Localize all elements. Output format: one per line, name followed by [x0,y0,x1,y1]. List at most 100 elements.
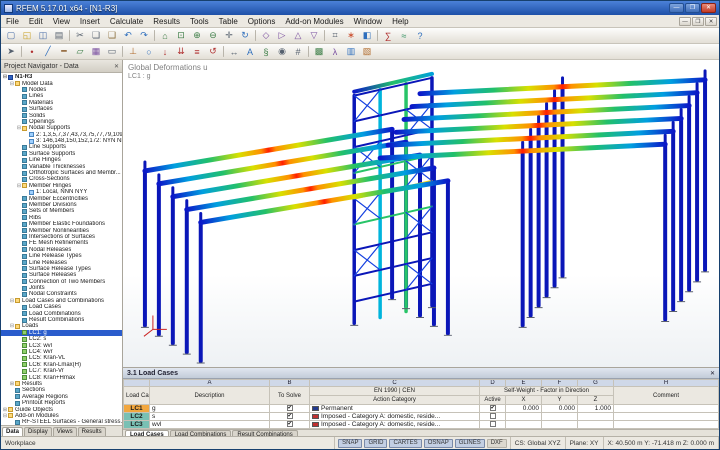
tree-item[interactable]: ⊟ Load Cases and Combinations [1,298,122,304]
menu-item[interactable]: Window [349,15,387,27]
view-front-icon[interactable]: ▷ [274,29,290,43]
close-button[interactable]: ✕ [701,3,716,13]
load-case-id[interactable]: LC2 [124,413,150,421]
column-letter[interactable]: A [150,380,270,387]
menu-item[interactable]: View [48,15,75,27]
load-case-id[interactable]: LC1 [124,405,150,413]
toolbar-icon[interactable] [154,30,155,41]
status-coordinate-system[interactable]: CS: Global XYZ [511,437,566,449]
line-icon[interactable]: ╱ [40,45,56,59]
load-case-id[interactable]: LC3 [124,421,150,429]
factor-z-cell[interactable]: 1.000 [578,405,614,413]
maximize-button[interactable]: ❐ [685,3,700,13]
menu-item[interactable]: Tools [185,15,214,27]
self-weight-active-cell[interactable]: ✔ [480,405,506,413]
comment-cell[interactable] [614,405,719,413]
menu-item[interactable]: Results [148,15,185,27]
zoom-extents-icon[interactable]: ⌂ [157,29,173,43]
menu-item[interactable]: Table [214,15,243,27]
surface-icon[interactable]: ▱ [72,45,88,59]
status-toggle[interactable]: CARTES [389,439,421,448]
status-workplane[interactable]: Plane: XY [566,437,604,449]
factor-x-cell[interactable] [506,413,542,421]
factor-y-cell[interactable] [542,413,578,421]
calculate-icon[interactable]: ∑ [380,29,396,43]
status-toggle[interactable]: GLINES [455,439,485,448]
new-file-icon[interactable]: ▢ [3,29,19,43]
load-case-description[interactable]: g [150,405,270,413]
visibility-icon[interactable]: ◉ [274,45,290,59]
viewport-3d[interactable]: Global Deformations u LC1 : g [123,60,719,368]
render-mode-icon[interactable]: ◧ [359,29,375,43]
column-letter[interactable]: G [578,380,614,387]
result-tables-icon[interactable]: ▥ [343,45,359,59]
column-letter[interactable]: H [614,380,719,387]
hinge-icon[interactable]: ○ [141,45,157,59]
active-checkbox[interactable]: ✔ [490,421,496,427]
action-category-cell[interactable]: Imposed - Category A: domestic, reside..… [310,413,480,421]
node-icon[interactable]: • [24,45,40,59]
menu-item[interactable]: Options [243,15,281,27]
active-checkbox[interactable]: ✔ [490,405,496,411]
menu-item[interactable]: File [1,15,24,27]
zoom-window-icon[interactable]: ⊡ [173,29,189,43]
print-icon[interactable]: ▤ [51,29,67,43]
to-solve-checkbox[interactable]: ✔ [287,413,293,419]
child-close-button[interactable]: ✕ [705,17,717,26]
menu-item[interactable]: Help [387,15,413,27]
table-close-icon[interactable]: ✕ [710,370,715,377]
status-toggle[interactable]: DXF [487,439,507,448]
navigator-close-icon[interactable]: ✕ [114,63,119,70]
self-weight-active-cell[interactable]: ✔ [480,421,506,429]
action-category-cell[interactable]: Permanent [310,405,480,413]
child-restore-button[interactable]: ❐ [692,17,704,26]
factor-y-cell[interactable]: 0.000 [542,405,578,413]
surface-load-icon[interactable]: ≡ [189,45,205,59]
status-toggle[interactable]: SNAP [338,439,362,448]
member-load-icon[interactable]: ⇊ [173,45,189,59]
to-solve-cell[interactable]: ✔ [270,413,310,421]
section-icon[interactable]: § [258,45,274,59]
status-toggle[interactable]: GRID [364,439,387,448]
member-icon[interactable]: ━ [56,45,72,59]
menu-item[interactable]: Calculate [105,15,148,27]
nodal-load-icon[interactable]: ↓ [157,45,173,59]
view-top-icon[interactable]: ▽ [306,29,322,43]
factor-y-cell[interactable] [542,421,578,429]
factor-z-cell[interactable] [578,421,614,429]
load-case-description[interactable]: s [150,413,270,421]
numbering-icon[interactable]: # [290,45,306,59]
factor-x-cell[interactable] [506,421,542,429]
solid-icon[interactable]: ▦ [88,45,104,59]
navigator-tab[interactable]: Results [78,427,106,436]
menu-item[interactable]: Insert [75,15,105,27]
moment-load-icon[interactable]: ↺ [205,45,221,59]
snap-icon[interactable]: ∗ [343,29,359,43]
load-case-row[interactable]: LC3 wvl ✔ Imposed - Category A: domestic… [124,421,719,429]
navigator-tab[interactable]: Views [53,427,77,436]
to-solve-cell[interactable]: ✔ [270,421,310,429]
rotate-view-icon[interactable]: ↻ [237,29,253,43]
save-icon[interactable]: ◫ [35,29,51,43]
cut-icon[interactable]: ✂ [72,29,88,43]
toolbar-icon[interactable] [21,46,22,57]
copy-icon[interactable]: ❏ [88,29,104,43]
factor-x-cell[interactable]: 0.000 [506,405,542,413]
factor-z-cell[interactable] [578,413,614,421]
text-comment-icon[interactable]: A [242,45,258,59]
load-case-description[interactable]: wvl [150,421,270,429]
comment-cell[interactable] [614,413,719,421]
column-letter[interactable]: E [506,380,542,387]
pan-icon[interactable]: ✛ [221,29,237,43]
column-letter[interactable]: F [542,380,578,387]
status-toggle[interactable]: OSNAP [424,439,453,448]
navigator-tab[interactable]: Display [24,427,52,436]
panel-icon[interactable]: ▧ [359,45,375,59]
action-category-cell[interactable]: Imposed - Category A: domestic, reside..… [310,421,480,429]
to-solve-cell[interactable]: ✔ [270,405,310,413]
load-case-row[interactable]: LC2 s ✔ Imposed - Category A: domestic, … [124,413,719,421]
results-icon[interactable]: ≈ [396,29,412,43]
help-icon[interactable]: ? [412,29,428,43]
navigator-tab[interactable]: Data [2,427,23,436]
toolbar-icon[interactable] [324,30,325,41]
